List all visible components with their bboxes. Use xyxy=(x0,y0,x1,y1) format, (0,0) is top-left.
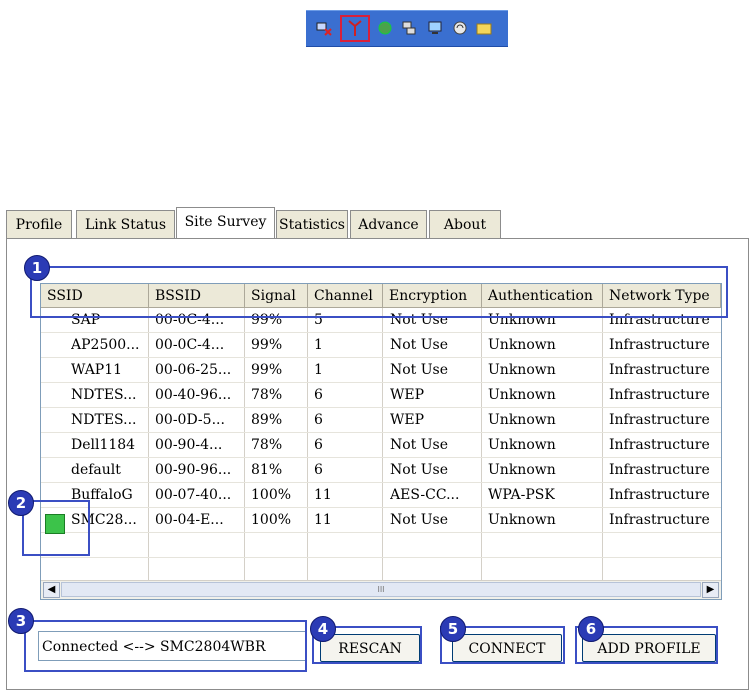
table-cell-channel: 11 xyxy=(314,487,332,503)
table-cell-type: Infrastructure xyxy=(609,362,710,378)
tab-advance[interactable]: Advance xyxy=(350,210,427,238)
callout-number-4: 4 xyxy=(310,616,336,642)
table-cell-type: Infrastructure xyxy=(609,462,710,478)
callout-number-2: 2 xyxy=(8,490,34,516)
horizontal-scrollbar[interactable]: ◀ III ▶ xyxy=(41,580,721,599)
system-tray xyxy=(306,10,508,47)
antenna-icon[interactable] xyxy=(347,20,363,36)
table-cell-encryption: Not Use xyxy=(390,512,449,528)
table-cell-encryption: WEP xyxy=(390,387,425,403)
callout-number-5: 5 xyxy=(440,616,466,642)
table-cell-bssid: 00-04-E... xyxy=(155,512,224,528)
table-cell-bssid: 00-90-4... xyxy=(155,437,223,453)
callout-number-3: 3 xyxy=(8,608,34,634)
table-cell-ssid[interactable]: AP2500... xyxy=(71,333,147,358)
callout-number-1: 1 xyxy=(24,255,50,281)
table-cell-signal: 99% xyxy=(251,362,283,378)
table-cell-signal: 100% xyxy=(251,487,292,503)
table-cell-signal: 81% xyxy=(251,462,283,478)
table-cell-ssid[interactable]: Dell1184 xyxy=(71,433,147,458)
table-cell-encryption: Not Use xyxy=(390,462,449,478)
speaker-icon[interactable] xyxy=(452,20,468,36)
table-cell-bssid: 00-07-40... xyxy=(155,487,232,503)
monitor-icon[interactable] xyxy=(427,20,443,36)
table-cell-channel: 6 xyxy=(314,437,323,453)
scroll-left-icon[interactable]: ◀ xyxy=(43,582,60,598)
table-cell-ssid[interactable]: WAP11 xyxy=(71,358,147,383)
table-cell-channel: 6 xyxy=(314,412,323,428)
table-cell-auth: Unknown xyxy=(488,437,556,453)
table-cell-bssid: 00-0C-4... xyxy=(155,337,225,353)
table-cell-auth: Unknown xyxy=(488,412,556,428)
table-cell-auth: WPA-PSK xyxy=(488,487,555,503)
table-cell-signal: 78% xyxy=(251,387,283,403)
tab-about[interactable]: About xyxy=(429,210,501,238)
tab-statistics[interactable]: Statistics xyxy=(276,210,348,238)
table-cell-encryption: AES-CC... xyxy=(390,487,460,503)
table-cell-channel: 11 xyxy=(314,512,332,528)
table-cell-channel: 1 xyxy=(314,362,323,378)
table-cell-auth: Unknown xyxy=(488,512,556,528)
scroll-thumb-grip: III xyxy=(377,585,385,594)
scroll-thumb[interactable]: III xyxy=(61,582,701,597)
network-cable-icon[interactable] xyxy=(401,20,417,36)
tab-link-status[interactable]: Link Status xyxy=(76,210,175,238)
table-cell-type: Infrastructure xyxy=(609,412,710,428)
table-cell-ssid[interactable]: default xyxy=(71,458,147,483)
table-cell-type: Infrastructure xyxy=(609,337,710,353)
table-cell-auth: Unknown xyxy=(488,362,556,378)
table-cell-ssid[interactable]: NDTES... xyxy=(71,383,147,408)
table-cell-bssid: 00-06-25... xyxy=(155,362,232,378)
table-cell-type: Infrastructure xyxy=(609,387,710,403)
callout-box-1 xyxy=(30,266,728,318)
table-cell-channel: 6 xyxy=(314,462,323,478)
table-cell-type: Infrastructure xyxy=(609,437,710,453)
table-cell-auth: Unknown xyxy=(488,337,556,353)
table-cell-type: Infrastructure xyxy=(609,487,710,503)
table-cell-channel: 1 xyxy=(314,337,323,353)
table-cell-signal: 100% xyxy=(251,512,292,528)
table-cell-auth: Unknown xyxy=(488,387,556,403)
tab-profile[interactable]: Profile xyxy=(6,210,72,238)
table-cell-encryption: Not Use xyxy=(390,437,449,453)
table-cell-channel: 6 xyxy=(314,387,323,403)
folder-icon[interactable] xyxy=(476,20,492,36)
scroll-right-icon[interactable]: ▶ xyxy=(702,582,719,598)
callout-number-6: 6 xyxy=(578,616,604,642)
table-cell-encryption: Not Use xyxy=(390,337,449,353)
table-cell-signal: 99% xyxy=(251,337,283,353)
table-cell-encryption: Not Use xyxy=(390,362,449,378)
table-cell-signal: 78% xyxy=(251,437,283,453)
table-cell-signal: 89% xyxy=(251,412,283,428)
table-cell-bssid: 00-90-96... xyxy=(155,462,232,478)
row-divider xyxy=(41,557,721,558)
table-cell-bssid: 00-0D-5... xyxy=(155,412,225,428)
tab-site-survey[interactable]: Site Survey xyxy=(176,207,275,238)
table-cell-type: Infrastructure xyxy=(609,512,710,528)
table-cell-ssid[interactable]: NDTES... xyxy=(71,408,147,433)
site-survey-list[interactable]: SSID BSSID Signal Channel Encryption Aut… xyxy=(40,283,722,600)
network-icon[interactable] xyxy=(316,20,332,36)
table-cell-encryption: WEP xyxy=(390,412,425,428)
callout-box-3 xyxy=(24,620,307,672)
table-cell-auth: Unknown xyxy=(488,462,556,478)
globe-icon[interactable] xyxy=(377,20,393,36)
table-cell-bssid: 00-40-96... xyxy=(155,387,232,403)
